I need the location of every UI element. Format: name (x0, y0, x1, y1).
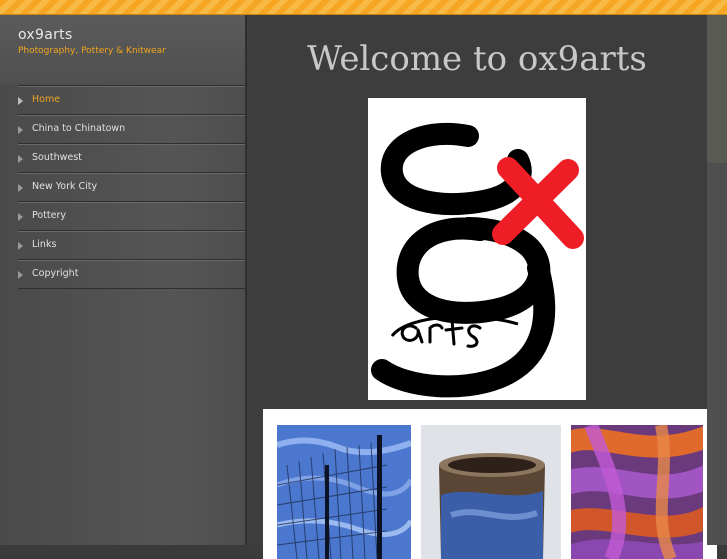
page-title: Welcome to ox9arts (307, 39, 647, 79)
nav-item-links[interactable]: Links (18, 231, 245, 260)
top-stripe-bar (0, 0, 727, 15)
pottery-cup-photo-icon[interactable] (421, 425, 561, 559)
nav-item-pottery[interactable]: Pottery (18, 202, 245, 231)
knitwear-photo-graphic (571, 425, 703, 559)
right-edge-patch (707, 15, 727, 163)
nav-item-label: Links (32, 239, 57, 250)
nav-arrow-icon (18, 155, 23, 163)
nav-item-china-to-chinatown[interactable]: China to Chinatown (18, 115, 245, 144)
nav-item-new-york-city[interactable]: New York City (18, 173, 245, 202)
nav-arrow-icon (18, 242, 23, 250)
nav-item-label: Home (32, 94, 61, 105)
nav-arrow-icon (18, 271, 23, 279)
fence-photo-graphic (277, 425, 411, 559)
nav-item-label: Southwest (32, 152, 82, 163)
site-subtitle: Photography, Pottery & Knitwear (18, 46, 166, 56)
main-content: Welcome to ox9arts (247, 15, 717, 559)
photo-gallery (263, 409, 717, 559)
ox9arts-logo-graphic (371, 122, 584, 398)
ox9arts-logo-icon (368, 98, 586, 400)
nav-item-southwest[interactable]: Southwest (18, 144, 245, 173)
nav-arrow-icon (18, 213, 23, 221)
nav-arrow-icon (18, 184, 23, 192)
nav-arrow-icon (18, 126, 23, 134)
nav-item-home[interactable]: Home (18, 86, 245, 115)
fence-reflection-photo-icon[interactable] (277, 425, 411, 559)
main-nav: Home China to Chinatown Southwest New Yo… (18, 85, 245, 289)
nav-item-copyright[interactable]: Copyright (18, 260, 245, 289)
nav-item-label: China to Chinatown (32, 123, 126, 134)
nav-arrow-icon (18, 97, 23, 105)
pottery-photo-graphic (421, 425, 561, 559)
nav-item-label: Copyright (32, 268, 79, 279)
knitwear-scarves-photo-icon[interactable] (571, 425, 703, 559)
right-edge-strip (707, 15, 727, 545)
sidebar: ox9arts Photography, Pottery & Knitwear … (0, 15, 247, 545)
nav-item-label: Pottery (32, 210, 67, 221)
nav-item-label: New York City (32, 181, 98, 192)
site-title[interactable]: ox9arts (18, 27, 73, 43)
